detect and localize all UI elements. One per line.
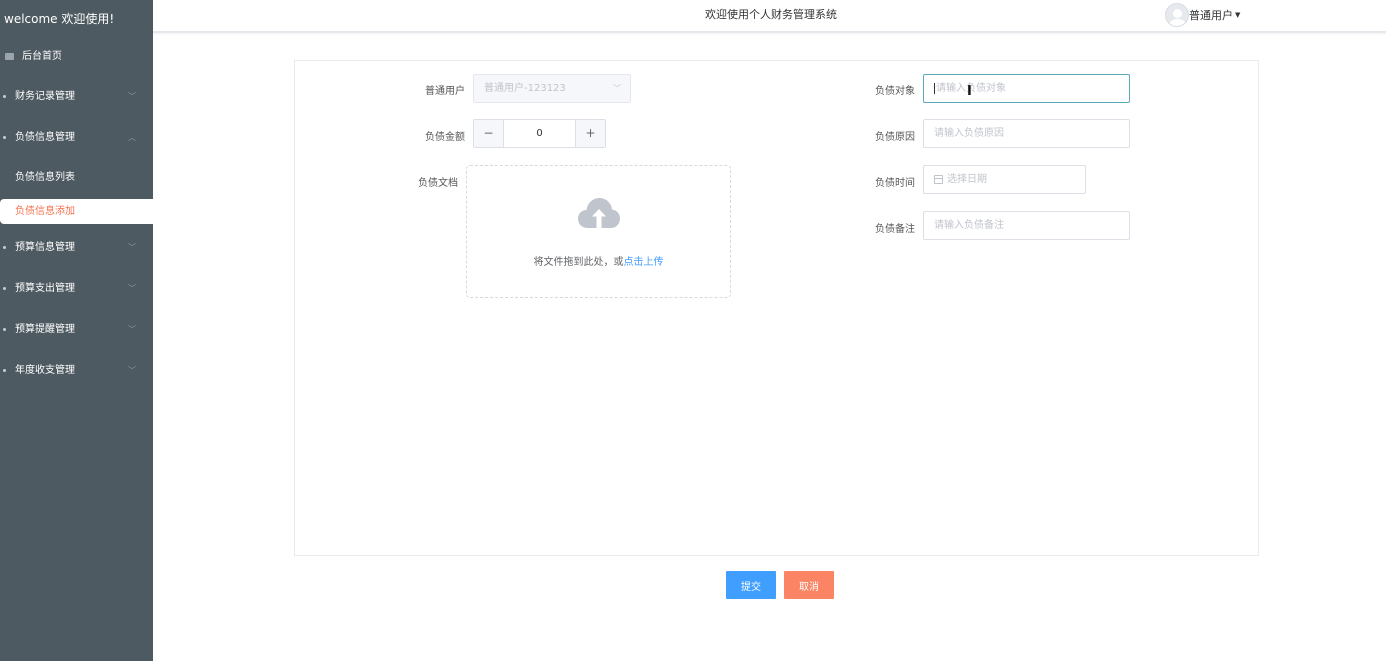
- sidebar-subitem-debt-list[interactable]: 负债信息列表: [0, 158, 153, 197]
- note-placeholder: 请输入负债备注: [934, 220, 1004, 231]
- sidebar-brand: welcome 欢迎使用!: [4, 12, 115, 26]
- monitor-icon: [5, 53, 14, 60]
- cloud-upload-icon: [578, 198, 620, 228]
- avatar: [1165, 3, 1189, 27]
- sidebar-item-budget-info[interactable]: 预算信息管理 ﹀: [0, 227, 153, 268]
- sidebar: welcome 欢迎使用! 后台首页 财务记录管理 ﹀ 负债信息管理 ︿ 负债信…: [0, 0, 153, 661]
- sidebar-item-label: 负债信息管理: [15, 132, 75, 143]
- amount-stepper: − 0 +: [473, 119, 606, 148]
- chevron-up-icon: ︿: [128, 133, 136, 142]
- submit-button[interactable]: 提交: [726, 571, 776, 599]
- bullet-icon: [3, 369, 6, 372]
- date-placeholder: 选择日期: [947, 174, 987, 185]
- sidebar-item-label: 预算信息管理: [15, 242, 75, 253]
- bullet-icon: [3, 95, 6, 98]
- target-input[interactable]: 请输入负债对象: [923, 74, 1130, 103]
- sidebar-item-label: 年度收支管理: [15, 365, 75, 376]
- note-input[interactable]: 请输入负债备注: [923, 211, 1130, 240]
- reason-placeholder: 请输入负债原因: [934, 128, 1004, 139]
- chevron-down-icon: ﹀: [128, 243, 136, 252]
- chevron-down-icon: ﹀: [128, 284, 136, 293]
- increment-button[interactable]: +: [575, 120, 605, 147]
- sidebar-item-budget-reminder[interactable]: 预算提醒管理 ﹀: [0, 309, 153, 350]
- upload-hint: 将文件拖到此处，或点击上传: [467, 253, 730, 268]
- upload-dropzone[interactable]: 将文件拖到此处，或点击上传: [466, 165, 731, 298]
- document-label: 负债文档: [418, 178, 458, 189]
- upload-hint-text: 将文件拖到此处，或: [533, 257, 624, 268]
- user-select-value: 普通用户-123123: [484, 83, 566, 94]
- sidebar-subitem-debt-add[interactable]: 负债信息添加: [0, 199, 153, 224]
- user-menu[interactable]: 普通用户 ▼: [1165, 3, 1240, 27]
- text-caret: [934, 82, 935, 94]
- sidebar-item-label: 预算提醒管理: [15, 324, 75, 335]
- date-picker[interactable]: 选择日期: [923, 165, 1086, 194]
- sidebar-item-label: 后台首页: [22, 51, 62, 62]
- sidebar-item-finance-records[interactable]: 财务记录管理 ﹀: [0, 76, 153, 117]
- chevron-down-icon: ﹀: [128, 325, 136, 334]
- time-label: 负债时间: [875, 178, 915, 189]
- caret-down-icon: ▼: [1235, 11, 1241, 19]
- user-label: 普通用户: [425, 86, 465, 97]
- sidebar-item-annual-income[interactable]: 年度收支管理 ﹀: [0, 350, 153, 391]
- note-label: 负债备注: [875, 224, 915, 235]
- chevron-down-icon: ﹀: [128, 92, 136, 101]
- cancel-button[interactable]: 取消: [784, 571, 834, 599]
- chevron-down-icon: ﹀: [128, 366, 136, 375]
- target-label: 负债对象: [875, 86, 915, 97]
- bullet-icon: [3, 136, 6, 139]
- decrement-button[interactable]: −: [474, 120, 504, 147]
- ibeam-cursor-icon: I: [967, 84, 972, 99]
- reason-label: 负债原因: [875, 132, 915, 143]
- calendar-icon: [934, 175, 943, 184]
- bullet-icon: [3, 246, 6, 249]
- chevron-down-icon: ﹀: [613, 84, 621, 93]
- sidebar-item-label: 预算支出管理: [15, 283, 75, 294]
- amount-label: 负债金额: [425, 132, 465, 143]
- user-select: 普通用户-123123 ﹀: [473, 74, 631, 103]
- reason-input[interactable]: 请输入负债原因: [923, 119, 1130, 148]
- sidebar-item-budget-expense[interactable]: 预算支出管理 ﹀: [0, 268, 153, 309]
- sidebar-item-home[interactable]: 后台首页: [0, 38, 153, 76]
- page-title: 欢迎使用个人财务管理系统: [705, 8, 837, 21]
- upload-link[interactable]: 点击上传: [624, 257, 664, 268]
- user-name: 普通用户: [1189, 9, 1233, 22]
- amount-value[interactable]: 0: [504, 120, 575, 147]
- top-header: 欢迎使用个人财务管理系统 普通用户 ▼: [153, 0, 1386, 33]
- sidebar-item-debt-management[interactable]: 负债信息管理 ︿: [0, 117, 153, 158]
- bullet-icon: [3, 287, 6, 290]
- sidebar-item-label: 财务记录管理: [15, 91, 75, 102]
- bullet-icon: [3, 328, 6, 331]
